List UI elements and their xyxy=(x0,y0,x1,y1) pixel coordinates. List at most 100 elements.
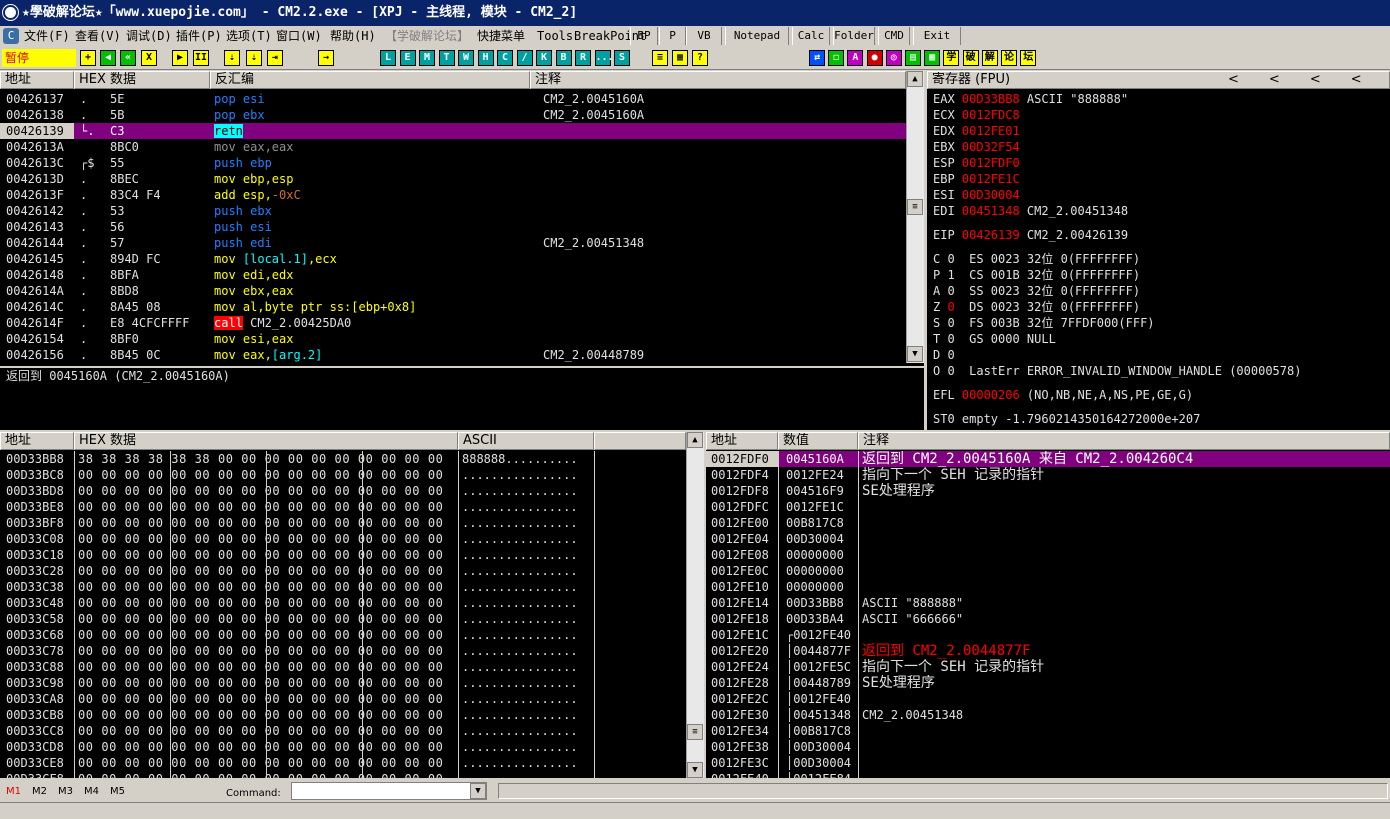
tool-button[interactable]: Exit xyxy=(913,27,961,45)
scroll-up-button[interactable]: ▲ xyxy=(907,71,923,87)
disassembly-row[interactable]: 00426148. 8BFA mov edi,edx xyxy=(0,267,906,283)
register-line[interactable]: Z 0 DS 0023 32位 0(FFFFFFFF) xyxy=(933,299,1140,315)
disassembly-row[interactable]: 00426137. 5E pop esi CM2_2.0045160A xyxy=(0,91,906,107)
stack-row[interactable]: 0012FE14 00D33BB8 ASCII "888888" xyxy=(706,595,1390,611)
col-header-comment[interactable]: 注释 xyxy=(530,71,906,89)
toolbar-button[interactable]: « xyxy=(120,50,136,66)
nav-arrow-icon[interactable]: < xyxy=(1310,72,1321,87)
stack-row[interactable]: 0012FE24 │0012FE5C 指向下一个 SEH 记录的指针 xyxy=(706,659,1390,675)
disassembly-row[interactable]: 0042614F. E8 4CFCFFFF call CM2_2.00425DA0 xyxy=(0,315,906,331)
tool-button[interactable]: BP xyxy=(630,27,658,45)
menu-item[interactable]: Tools xyxy=(537,28,573,44)
memory-tab[interactable]: M4 xyxy=(84,786,99,797)
scroll-thumb[interactable]: ≡ xyxy=(687,724,703,740)
register-line[interactable]: A 0 SS 0023 32位 0(FFFFFFFF) xyxy=(933,283,1140,299)
disassembly-row[interactable]: 00426142. 53 push ebx xyxy=(0,203,906,219)
register-line[interactable]: EBP 0012FE1C xyxy=(933,171,1020,187)
disassembly-row[interactable]: 00426143. 56 push esi xyxy=(0,219,906,235)
stack-row[interactable]: 0012FE18 00D33BA4 ASCII "666666" xyxy=(706,611,1390,627)
stack-row[interactable]: 0012FE10 00000000 xyxy=(706,579,1390,595)
dump-row[interactable]: 00D33C68 00 00 00 00 00 00 00 00 00 00 00… xyxy=(0,627,686,643)
dump-row[interactable]: 00D33C88 00 00 00 00 00 00 00 00 00 00 00… xyxy=(0,659,686,675)
stack-header-value[interactable]: 数值 xyxy=(778,432,858,450)
register-line[interactable]: P 1 CS 001B 32位 0(FFFFFFFF) xyxy=(933,267,1140,283)
dump-row[interactable]: 00D33C18 00 00 00 00 00 00 00 00 00 00 00… xyxy=(0,547,686,563)
dump-row[interactable]: 00D33C98 00 00 00 00 00 00 00 00 00 00 00… xyxy=(0,675,686,691)
toolbar-window-button[interactable]: W xyxy=(458,50,474,66)
disassembly-row[interactable]: 0042614A. 8BD8 mov ebx,eax xyxy=(0,283,906,299)
register-line[interactable]: ESP 0012FDF0 xyxy=(933,155,1020,171)
plugin-button[interactable]: 学 xyxy=(943,50,960,66)
register-line[interactable]: EBX 00D32F54 xyxy=(933,139,1020,155)
menu-item[interactable]: 窗口(W) xyxy=(276,28,322,44)
stack-row[interactable]: 0012FE00 00B817C8 xyxy=(706,515,1390,531)
disassembly-row[interactable]: 00426139 └. C3 retn xyxy=(0,123,906,139)
tool-button[interactable]: Folder xyxy=(833,27,875,45)
tool-button[interactable]: P xyxy=(659,27,686,45)
scroll-up-button[interactable]: ▲ xyxy=(687,432,703,448)
nav-arrow-icon[interactable]: < xyxy=(1351,72,1362,87)
disassembly-row[interactable]: 00426145. 894D FC mov [local.1],ecx xyxy=(0,251,906,267)
dump-row[interactable]: 00D33CD8 00 00 00 00 00 00 00 00 00 00 00… xyxy=(0,739,686,755)
disassembly-pane[interactable]: 地址 HEX 数据 反汇编 注释 00426137. 5E pop esi CM2_2… xyxy=(0,71,924,366)
register-line[interactable]: ST0 empty -1.7960214350164272000e+207 xyxy=(933,411,1200,427)
memory-tab[interactable]: M2 xyxy=(32,786,47,797)
plugin-button[interactable]: 坛 xyxy=(1020,50,1037,66)
registers-header[interactable]: 寄存器 (FPU) < < < < xyxy=(927,71,1390,89)
nav-arrow-icon[interactable]: < xyxy=(1228,72,1239,87)
register-line[interactable]: D 0 xyxy=(933,347,955,363)
disassembly-row[interactable]: 0042613A 8BC0 mov eax,eax xyxy=(0,139,906,155)
tool-button[interactable]: CMD xyxy=(878,27,910,45)
tool-button[interactable]: Calc xyxy=(792,27,830,45)
disassembly-row[interactable]: 0042614C. 8A45 08 mov al,byte ptr ss:[ebp+… xyxy=(0,299,906,315)
register-line[interactable]: ESI 00D30004 xyxy=(933,187,1020,203)
stack-row[interactable]: 0012FE1C ┌0012FE40 xyxy=(706,627,1390,643)
toolbar-button[interactable]: ⇣ xyxy=(224,50,240,66)
tool-button[interactable]: Notepad xyxy=(725,27,789,45)
toolbar-window-button[interactable]: R xyxy=(575,50,591,66)
toolbar-window-button[interactable]: H xyxy=(477,50,494,66)
disassembly-row[interactable]: 0042613F. 83C4 F4 add esp,-0xC xyxy=(0,187,906,203)
dump-header-hex[interactable]: HEX 数据 xyxy=(74,432,458,450)
stack-row[interactable]: 0012FE0C 00000000 xyxy=(706,563,1390,579)
plugin-button[interactable]: ▤ xyxy=(905,50,921,66)
stack-row[interactable]: 0012FE04 00D30004 xyxy=(706,531,1390,547)
toolbar-window-button[interactable]: S xyxy=(614,50,630,66)
dropdown-arrow-icon[interactable]: ▼ xyxy=(470,783,486,799)
toolbar-window-button[interactable]: / xyxy=(516,50,533,66)
toolbar-window-button[interactable]: C xyxy=(497,50,513,66)
menu-item[interactable]: 【学破解论坛】 xyxy=(385,28,469,44)
register-line[interactable]: ECX 0012FDC8 xyxy=(933,107,1020,123)
dump-row[interactable]: 00D33C38 00 00 00 00 00 00 00 00 00 00 00… xyxy=(0,579,686,595)
menu-item[interactable]: 选项(T) xyxy=(226,28,272,44)
stack-row[interactable]: 0012FE08 00000000 xyxy=(706,547,1390,563)
menu-item[interactable]: 查看(V) xyxy=(75,28,121,44)
scroll-thumb[interactable]: ≡ xyxy=(907,199,923,215)
dump-row[interactable]: 00D33BD8 00 00 00 00 00 00 00 00 00 00 00… xyxy=(0,483,686,499)
dump-row[interactable]: 00D33C58 00 00 00 00 00 00 00 00 00 00 00… xyxy=(0,611,686,627)
toolbar-window-button[interactable]: T xyxy=(438,50,455,66)
tool-button[interactable]: VB xyxy=(686,27,722,45)
toolbar-button[interactable]: ≡ xyxy=(652,50,668,66)
menu-item[interactable]: 调试(D) xyxy=(126,28,172,44)
stack-row[interactable]: 0012FDFC 0012FE1C xyxy=(706,499,1390,515)
dump-row[interactable]: 00D33CA8 00 00 00 00 00 00 00 00 00 00 00… xyxy=(0,691,686,707)
menu-item[interactable]: 文件(F) xyxy=(24,28,70,44)
stack-row[interactable]: 0012FE2C │0012FE40 xyxy=(706,691,1390,707)
disassembly-row[interactable]: 00426154. 8BF0 mov esi,eax xyxy=(0,331,906,347)
scroll-down-button[interactable]: ▼ xyxy=(687,762,703,778)
dump-row[interactable]: 00D33CB8 00 00 00 00 00 00 00 00 00 00 00… xyxy=(0,707,686,723)
register-line[interactable]: EDI 00451348 CM2_2.00451348 xyxy=(933,203,1128,219)
register-line[interactable]: C 0 ES 0023 32位 0(FFFFFFFF) xyxy=(933,251,1140,267)
disassembly-scrollbar[interactable]: ▲ ≡ ▼ xyxy=(906,71,924,363)
col-header-address[interactable]: 地址 xyxy=(0,71,74,89)
menu-item[interactable]: 快捷菜单 xyxy=(477,28,525,44)
register-line[interactable]: T 0 GS 0000 NULL xyxy=(933,331,1056,347)
nav-arrow-icon[interactable]: < xyxy=(1269,72,1280,87)
dump-row[interactable]: 00D33BF8 00 00 00 00 00 00 00 00 00 00 00… xyxy=(0,515,686,531)
dump-row[interactable]: 00D33BE8 00 00 00 00 00 00 00 00 00 00 00… xyxy=(0,499,686,515)
toolbar-button[interactable]: ⇣ xyxy=(246,50,262,66)
register-line[interactable]: O 0 LastErr ERROR_INVALID_WINDOW_HANDLE … xyxy=(933,363,1301,379)
toolbar-button[interactable]: ? xyxy=(692,50,708,66)
menu-item[interactable]: 帮助(H) xyxy=(330,28,376,44)
